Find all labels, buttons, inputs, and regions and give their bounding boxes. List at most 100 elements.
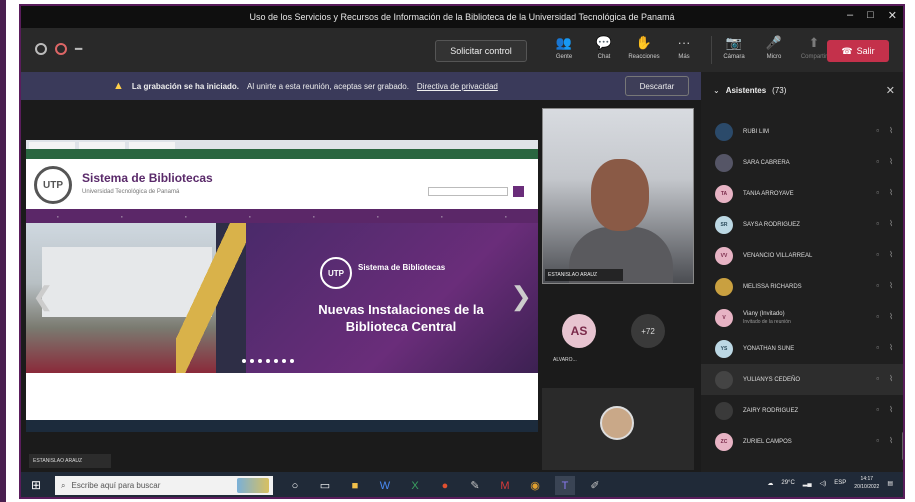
participant-name: Viany (Invitado) xyxy=(743,310,785,317)
more-participants-button[interactable]: +72 xyxy=(631,314,665,348)
excel-icon[interactable]: X xyxy=(405,476,425,495)
participant-name-block: YULIANYS CEDEÑO xyxy=(743,376,800,384)
participant-name-block: YONATHAN SUNE xyxy=(743,345,794,353)
clock-date: 20/10/2022 xyxy=(854,484,880,490)
participant-name: YULIANYS CEDEÑO xyxy=(743,376,801,383)
share-label: Compartir xyxy=(800,54,828,60)
chevron-down-icon[interactable]: ⌄ xyxy=(713,86,720,95)
meeting-status: ━ xyxy=(35,42,82,56)
mic-label: Micro xyxy=(766,54,782,60)
people-button[interactable]: 👥 Gente xyxy=(549,34,579,60)
participant-name-block: VENANCIO VILLARREAL xyxy=(743,252,812,260)
meeting-toolbar: ━ Solicitar control 👥 Gente 💬 Chat ✋ Rea… xyxy=(21,28,903,72)
scrollbar[interactable] xyxy=(902,432,903,460)
browser-address-bar xyxy=(26,149,538,159)
camera-off-icon: ▫ xyxy=(876,374,880,383)
participant-name-block: SARA CABRERA xyxy=(743,159,790,167)
avatar: YS xyxy=(715,339,733,358)
language-indicator[interactable]: ESP xyxy=(834,480,846,486)
word-icon[interactable]: W xyxy=(375,476,395,495)
privacy-link[interactable]: Directiva de privacidad xyxy=(417,82,498,91)
cortana-icon[interactable]: ○ xyxy=(285,476,305,495)
site-header: UTP Sistema de Bibliotecas Universidad T… xyxy=(26,159,538,209)
close-window-icon[interactable]: ✕ xyxy=(888,9,897,22)
people-icon: 👥 xyxy=(555,35,573,50)
participant-row[interactable]: SARA CABRERA ▫ ⌇ xyxy=(701,147,903,178)
participant-subtitle: Invitado de la reunión xyxy=(743,318,791,325)
pen-icon[interactable]: ✐ xyxy=(585,476,605,495)
close-icon[interactable]: ✕ xyxy=(886,84,895,97)
toolbar-actions: 👥 Gente 💬 Chat ✋ Reacciones ··· Más xyxy=(549,34,699,60)
minimize-icon[interactable]: – xyxy=(847,9,853,22)
participant-row[interactable]: YS YONATHAN SUNE ▫ ⌇ xyxy=(701,333,903,364)
participant-status: ▫ ⌇ xyxy=(876,157,893,166)
shared-screen-stage: UTP Sistema de Bibliotecas Universidad T… xyxy=(21,100,539,472)
chevron-left-icon: ❮ xyxy=(32,281,54,311)
participant-name: VENANCIO VILLARREAL xyxy=(743,252,813,259)
notifications-icon[interactable]: ▤ xyxy=(887,480,893,487)
taskbar-apps: ○ ▭ ■ W X ● ✎ M ◉ T ✐ xyxy=(285,476,605,495)
chat-button[interactable]: 💬 Chat xyxy=(589,34,619,60)
more-button[interactable]: ··· Más xyxy=(669,34,699,60)
dismiss-button[interactable]: Descartar xyxy=(625,76,689,96)
more-icon: ··· xyxy=(677,35,691,50)
slide-dots xyxy=(242,359,294,363)
participant-name-block: RUBI LIM xyxy=(743,128,769,136)
left-edge-bar xyxy=(0,0,6,502)
volume-icon[interactable]: ◁) xyxy=(820,480,827,487)
participant-status: ▫ ⌇ xyxy=(876,436,893,445)
powerpoint-icon[interactable]: ● xyxy=(435,476,455,495)
mic-off-icon: ⌇ xyxy=(889,188,893,197)
participant-row[interactable]: MELISSA RICHARDS ▫ ⌇ xyxy=(701,271,903,302)
slide-logo: UTP xyxy=(320,257,352,289)
mic-button[interactable]: 🎤 Micro xyxy=(759,34,789,60)
taskbar-search[interactable]: ⌕ Escribe aquí para buscar xyxy=(55,476,273,495)
avatar-name: ALVARO... xyxy=(553,357,577,363)
clock[interactable]: 14:17 20/10/2022 xyxy=(854,475,879,491)
camera-button[interactable]: 📷 Cámara xyxy=(719,34,749,60)
browser-tabs xyxy=(26,140,538,149)
participants-panel: ⌄ Asistentes (73) ✕ RUBI LIM ▫ ⌇ SARA CABRE… xyxy=(701,72,903,472)
participant-row[interactable]: SR SAYSA RODRIGUEZ ▫ ⌇ xyxy=(701,209,903,240)
avatar: SR xyxy=(715,215,733,234)
participant-name: ZURIEL CAMPOS xyxy=(743,438,792,445)
chrome-icon[interactable]: ◉ xyxy=(525,476,545,495)
feather-icon[interactable]: ✎ xyxy=(465,476,485,495)
slide-heading: Nuevas Instalaciones de la Biblioteca Ce… xyxy=(318,302,484,334)
search-icon: ⌕ xyxy=(61,480,66,490)
participant-status: ▫ ⌇ xyxy=(876,126,893,135)
avatar: TA xyxy=(715,184,733,203)
shared-taskbar xyxy=(26,420,538,432)
mic-off-icon: 🎤 xyxy=(765,35,783,50)
participant-row[interactable]: RUBI LIM ▫ ⌇ xyxy=(701,116,903,147)
recording-icon xyxy=(55,43,67,55)
share-button[interactable]: ⬆ Compartir xyxy=(799,34,829,60)
windows-start-icon[interactable]: ⊞ xyxy=(31,478,41,492)
participant-name-block: Viany (Invitado) Invitado de la reunión xyxy=(743,310,791,326)
network-icon[interactable]: ▂▄ xyxy=(803,480,812,487)
more-dots-icon[interactable]: ━ xyxy=(75,42,82,56)
avatar[interactable]: AS xyxy=(562,314,596,348)
screen: Uso de los Servicios y Recursos de Infor… xyxy=(0,0,915,502)
participant-name-block: MELISSA RICHARDS xyxy=(743,283,802,291)
teams-icon[interactable]: T xyxy=(555,476,575,495)
app-icon[interactable]: M xyxy=(495,476,515,495)
participant-row[interactable]: V Viany (Invitado) Invitado de la reunión ▫… xyxy=(701,302,903,333)
participant-row[interactable]: VV VENANCIO VILLARREAL ▫ ⌇ xyxy=(701,240,903,271)
maximize-icon[interactable]: □ xyxy=(867,9,874,22)
participant-row[interactable]: YULIANYS CEDEÑO ▫ ⌇ xyxy=(701,364,903,395)
request-control-button[interactable]: Solicitar control xyxy=(435,40,527,62)
participant-row[interactable]: ZC ZURIEL CAMPOS ▫ ⌇ xyxy=(701,426,903,457)
share-icon: ⬆ xyxy=(808,35,820,50)
leave-button[interactable]: ☎ Salir xyxy=(827,40,889,62)
camera-off-icon: ▫ xyxy=(876,343,880,352)
participant-name-block: ZURIEL CAMPOS xyxy=(743,438,792,446)
task-view-icon[interactable]: ▭ xyxy=(315,476,335,495)
reactions-button[interactable]: ✋ Reacciones xyxy=(628,34,659,60)
participant-row[interactable]: ZAIRY RODRIGUEZ ▫ ⌇ xyxy=(701,395,903,426)
participant-row[interactable]: TA TANIA ARROYAVE ▫ ⌇ xyxy=(701,178,903,209)
speaker-video[interactable]: ESTANISLAO ARAUZ xyxy=(542,108,694,284)
site-search-input xyxy=(428,187,508,196)
participant-status: ▫ ⌇ xyxy=(876,343,893,352)
file-explorer-icon[interactable]: ■ xyxy=(345,476,365,495)
